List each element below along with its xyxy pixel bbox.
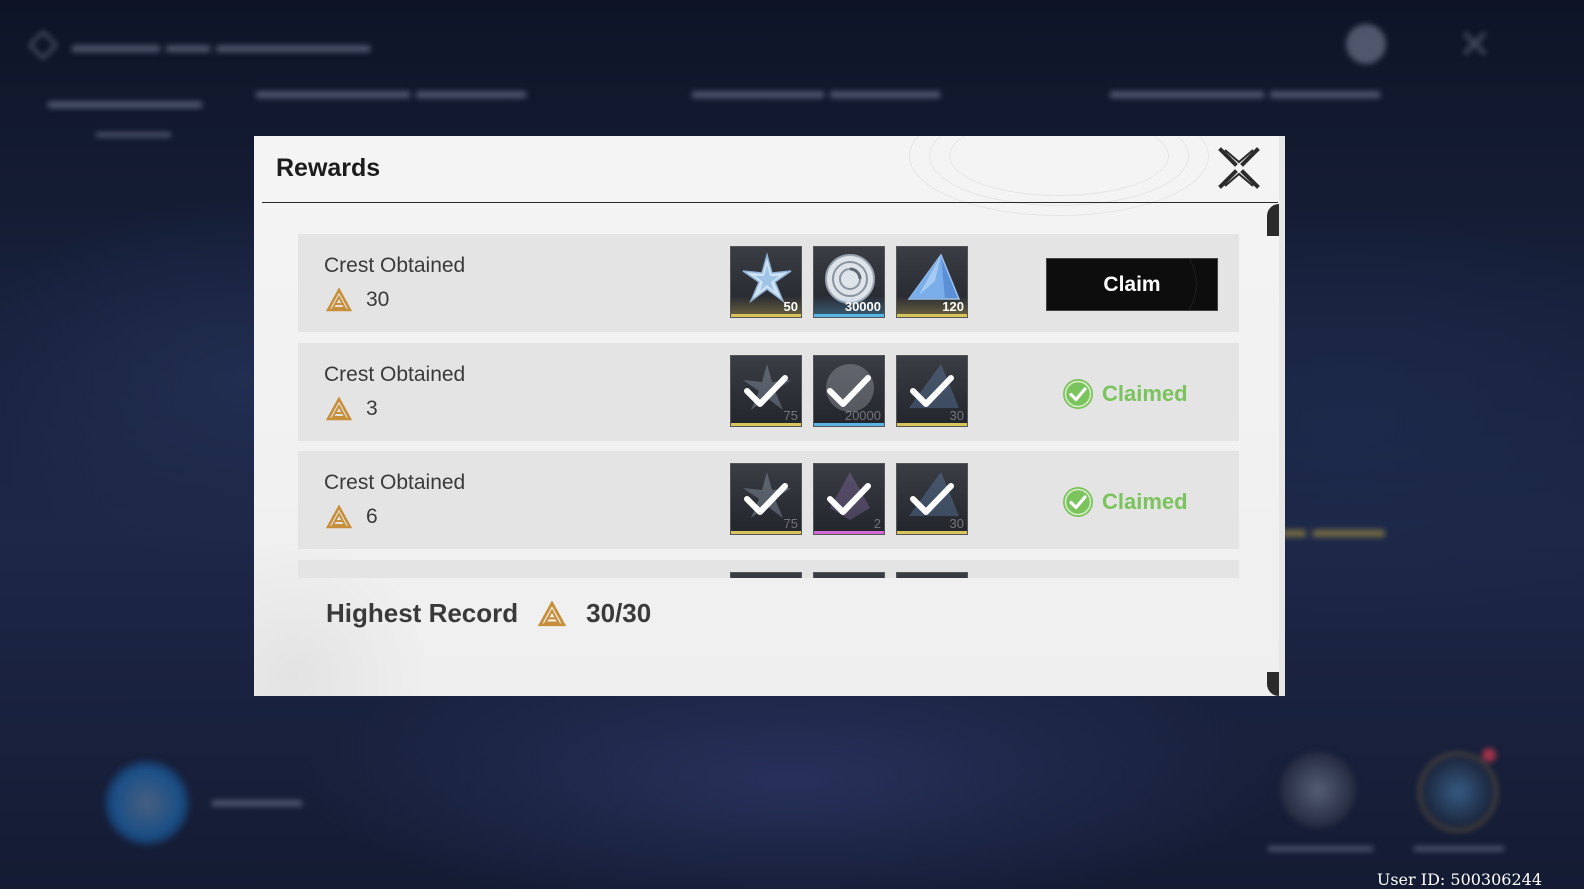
reward-requirement: 30 (326, 288, 389, 312)
checkmark-icon (827, 375, 871, 407)
background-tab-2: ▬▬▬▬▬▬ ▬▬▬▬▬ (692, 78, 941, 103)
crest-icon (326, 288, 352, 312)
background-score: ▬ ▬▬▬ (1282, 516, 1385, 543)
close-button[interactable] (1217, 146, 1261, 190)
item-quantity: 120 (942, 299, 964, 314)
reward-item[interactable]: 30000 (813, 246, 885, 318)
modal-title: Rewards (276, 154, 381, 182)
item-quantity: 30 (949, 408, 964, 423)
close-icon (1218, 147, 1260, 189)
background-notification-dot (1482, 748, 1496, 762)
checkmark-icon (744, 375, 788, 407)
check-circle-icon (1063, 379, 1093, 409)
highest-record: Highest Record 30/30 (326, 598, 651, 629)
reward-items: 75 2 30 (730, 463, 968, 535)
reward-item[interactable]: 30 (896, 355, 968, 427)
item-quantity: 2 (873, 516, 881, 531)
background-orb-icon (104, 760, 190, 846)
background-title: ▬▬▬▬ ▬▬ ▬▬▬▬▬▬▬ (72, 32, 371, 57)
reward-item[interactable]: 30 (896, 463, 968, 535)
background-tab-1: ▬▬▬▬▬▬▬ ▬▬▬▬▬ (256, 78, 527, 103)
reward-row-title: Crest Obtained (324, 471, 466, 494)
reward-items: 50 30000 120 (730, 246, 968, 318)
crest-count: 6 (366, 505, 378, 528)
claim-button[interactable]: Claim (1046, 258, 1218, 311)
background-shop-label: ▬▬▬▬▬▬▬ (1268, 838, 1373, 855)
reward-row: Crest Obtained 30 50 30000 120 Claim (298, 234, 1239, 332)
background-subtitle-2: ▬▬▬▬▬ (96, 124, 171, 141)
reward-item[interactable] (813, 572, 885, 578)
rarity-bar (731, 314, 801, 317)
reward-item[interactable]: 75 (730, 355, 802, 427)
reward-item[interactable]: 20000 (813, 355, 885, 427)
reward-row-title: Crest Obtained (324, 254, 466, 277)
header-divider (262, 202, 1278, 203)
crest-count: 3 (366, 397, 378, 420)
checkmark-icon (744, 483, 788, 515)
item-quantity: 75 (783, 516, 798, 531)
crest-icon (538, 600, 567, 626)
rarity-bar (897, 314, 967, 317)
corner-decoration (1267, 204, 1279, 236)
highest-record-value: 30/30 (586, 598, 652, 628)
checkmark-icon (827, 483, 871, 515)
item-quantity: 30000 (844, 299, 881, 314)
reward-list[interactable]: Crest Obtained 30 50 30000 120 Claim Cre… (298, 234, 1239, 578)
crest-count: 30 (366, 288, 390, 311)
check-circle-icon (1063, 487, 1093, 517)
reward-requirement: 3 (326, 397, 378, 421)
claimed-status: Claimed (1062, 378, 1188, 410)
checkmark-icon (910, 483, 954, 515)
item-quantity: 20000 (844, 408, 881, 423)
reward-row (298, 560, 1239, 578)
background-orb-label: ▬▬▬▬▬ (212, 790, 302, 810)
reward-item[interactable]: 2 (813, 463, 885, 535)
background-close-icon: ✕ (1458, 23, 1492, 67)
reward-item[interactable]: 120 (896, 246, 968, 318)
reward-item[interactable] (730, 572, 802, 578)
background-shop-icon (1280, 752, 1356, 828)
item-quantity: 30 (949, 516, 964, 531)
reward-requirement: 6 (326, 505, 378, 529)
reward-items (730, 572, 968, 578)
reward-item[interactable]: 50 (730, 246, 802, 318)
reward-item[interactable] (896, 572, 968, 578)
item-quantity: 75 (783, 408, 798, 423)
background-subtitle: ▬▬▬▬▬▬▬ (48, 88, 202, 113)
background-tab-3: ▬▬▬▬▬▬▬ ▬▬▬▬▬ (1110, 78, 1381, 103)
claimed-label: Claimed (1102, 381, 1188, 406)
rewards-modal: Rewards Crest Obtained 30 50 30000 120 C… (254, 136, 1285, 696)
crest-icon (326, 505, 352, 529)
rarity-bar (814, 314, 884, 317)
reward-row-title: Crest Obtained (324, 363, 466, 386)
reward-row: Crest Obtained 6 75 2 30 Claimed (298, 451, 1239, 549)
reward-item[interactable]: 75 (730, 463, 802, 535)
crest-icon (326, 397, 352, 421)
background-header: ▬▬▬▬ ▬▬ ▬▬▬▬▬▬▬ (28, 30, 370, 60)
claimed-label: Claimed (1102, 489, 1188, 514)
reward-row: Crest Obtained 3 75 20000 30 Claimed (298, 343, 1239, 441)
reward-items: 75 20000 30 (730, 355, 968, 427)
background-mode-icon (28, 30, 58, 60)
background-reward-label: ▬▬▬▬▬▬ (1414, 838, 1504, 855)
highest-record-label: Highest Record (326, 598, 519, 628)
background-reward-icon (1418, 752, 1498, 832)
button-decoration (1047, 259, 1197, 310)
checkmark-icon (910, 375, 954, 407)
background-info-icon (1346, 24, 1386, 64)
corner-decoration (1267, 672, 1279, 696)
item-quantity: 50 (783, 299, 798, 314)
user-id: User ID: 500306244 (1376, 870, 1542, 889)
claimed-status: Claimed (1062, 486, 1188, 518)
